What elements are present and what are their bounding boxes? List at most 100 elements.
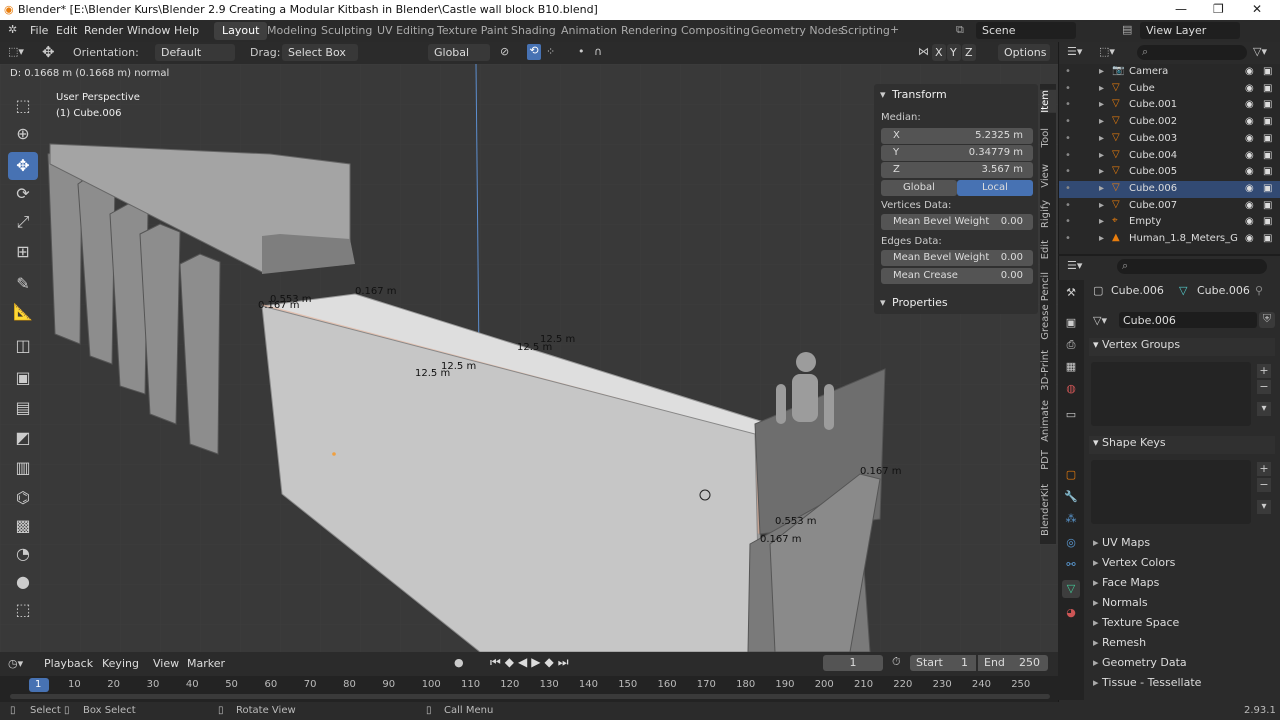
checkbox-dot-icon[interactable]: • <box>1065 150 1071 161</box>
render-camera-icon[interactable]: ▣ <box>1263 99 1272 110</box>
menu-edit[interactable]: Edit <box>56 24 77 37</box>
section-vertex-groups[interactable]: ▾ Vertex Groups <box>1089 338 1275 356</box>
checkbox-dot-icon[interactable]: • <box>1065 216 1071 227</box>
outliner-row[interactable]: • ▸ ▽ Cube.003 ◉ ▣ <box>1059 131 1280 148</box>
expand-arrow-icon[interactable]: ▸ <box>1099 133 1104 144</box>
expand-arrow-icon[interactable]: ▸ <box>1099 150 1104 161</box>
object-properties-icon[interactable]: ▢ <box>1062 466 1080 484</box>
render-camera-icon[interactable]: ▣ <box>1263 183 1272 194</box>
tab-3d-print[interactable]: 3D-Print <box>1040 350 1056 391</box>
render-camera-icon[interactable]: ▣ <box>1263 83 1272 94</box>
knife-tool-icon[interactable]: ⌬ <box>8 484 38 512</box>
section-shape-keys[interactable]: ▾ Shape Keys <box>1089 436 1275 454</box>
visibility-eye-icon[interactable]: ◉ <box>1245 66 1254 77</box>
checkbox-dot-icon[interactable]: • <box>1065 133 1071 144</box>
render-camera-icon[interactable]: ▣ <box>1263 66 1272 77</box>
tab-scripting[interactable]: Scripting <box>833 22 898 40</box>
median-y-field[interactable]: Y 0.34779 m <box>881 145 1033 161</box>
mean-crease-field[interactable]: Mean Crease 0.00 <box>881 268 1033 284</box>
extrude-tool-icon[interactable]: ▣ <box>8 364 38 392</box>
orientation-dropdown[interactable]: Default <box>155 44 235 61</box>
preview-range-icon[interactable]: ⏱ <box>892 655 901 669</box>
particles-properties-icon[interactable]: ⁂ <box>1062 510 1080 528</box>
playback-menu[interactable]: Playback <box>44 657 93 670</box>
visibility-eye-icon[interactable]: ◉ <box>1245 133 1254 144</box>
tool-settings-icon[interactable]: ⚒ <box>1062 284 1080 302</box>
expand-arrow-icon[interactable]: ▸ <box>1099 216 1104 227</box>
physics-properties-icon[interactable]: ◎ <box>1062 534 1080 552</box>
checkbox-dot-icon[interactable]: • <box>1065 116 1071 127</box>
visibility-eye-icon[interactable]: ◉ <box>1245 116 1254 127</box>
menu-render[interactable]: Render <box>84 24 123 37</box>
pivot-icon[interactable]: ⊘ <box>500 45 509 58</box>
snap-icon[interactable]: ⟲ <box>527 44 541 60</box>
global-toggle[interactable]: Global <box>881 180 957 196</box>
tab-rigify[interactable]: Rigify <box>1040 200 1056 228</box>
outliner-row[interactable]: • ▸ ▽ Cube ◉ ▣ <box>1059 81 1280 98</box>
mesh-data-properties-icon[interactable]: ▽ <box>1062 580 1080 598</box>
section-vertex-colors[interactable]: ▸ Vertex Colors <box>1089 556 1275 574</box>
measure-tool-icon[interactable]: 📐 <box>8 298 38 326</box>
mesh-data-icon[interactable]: ▽▾ <box>1093 314 1107 327</box>
collapse-properties-icon[interactable]: ▾ <box>880 296 886 309</box>
fake-user-icon[interactable]: ⛨ <box>1259 312 1275 328</box>
render-camera-icon[interactable]: ▣ <box>1263 166 1272 177</box>
view-menu[interactable]: View <box>153 657 179 670</box>
shear-tool-icon[interactable]: ⬚ <box>8 596 38 624</box>
timeline-editor-icon[interactable]: ◷▾ <box>8 657 23 670</box>
annotate-tool-icon[interactable]: ✎ <box>8 270 38 298</box>
checkbox-dot-icon[interactable]: • <box>1065 166 1071 177</box>
constraints-properties-icon[interactable]: ⚯ <box>1062 556 1080 574</box>
collapse-transform-icon[interactable]: ▾ <box>880 88 886 101</box>
render-camera-icon[interactable]: ▣ <box>1263 216 1272 227</box>
visibility-eye-icon[interactable]: ◉ <box>1245 166 1254 177</box>
timeline-scrollbar[interactable] <box>10 694 1050 699</box>
current-frame-field[interactable]: 1 <box>823 655 883 671</box>
render-properties-icon[interactable]: ▣ <box>1062 314 1080 332</box>
checkbox-dot-icon[interactable]: • <box>1065 66 1071 77</box>
material-properties-icon[interactable]: ◕ <box>1062 604 1080 622</box>
view-layer-properties-icon[interactable]: ▦ <box>1062 358 1080 376</box>
tab-view[interactable]: View <box>1040 164 1056 188</box>
tab-blenderkit[interactable]: BlenderKit <box>1040 484 1056 536</box>
outliner-row[interactable]: • ▸ ▽ Cube.006 ◉ ▣ <box>1059 180 1280 198</box>
vertex-group-menu-button[interactable]: ▾ <box>1257 402 1271 416</box>
playback-controls[interactable]: ⏮◆◀▶◆⏭ <box>490 655 573 670</box>
menu-window[interactable]: Window <box>127 24 170 37</box>
outliner-row[interactable]: • ▸ ▽ Cube.007 ◉ ▣ <box>1059 198 1280 215</box>
menu-file[interactable]: File <box>30 24 48 37</box>
edge-bevel-weight-field[interactable]: Mean Bevel Weight 0.00 <box>881 250 1033 266</box>
checkbox-dot-icon[interactable]: • <box>1065 200 1071 211</box>
modifier-properties-icon[interactable]: 🔧 <box>1062 488 1080 506</box>
smooth-tool-icon[interactable]: ● <box>8 568 38 596</box>
visibility-eye-icon[interactable]: ◉ <box>1245 200 1254 211</box>
filter-icon[interactable]: ▽▾ <box>1253 45 1267 58</box>
visibility-eye-icon[interactable]: ◉ <box>1245 233 1254 244</box>
outliner-editor-icon[interactable]: ☰▾ <box>1067 45 1082 58</box>
median-x-field[interactable]: X 5.2325 m <box>881 128 1033 144</box>
falloff-icon[interactable]: ∩ <box>594 45 602 58</box>
median-z-field[interactable]: Z 3.567 m <box>881 162 1033 178</box>
proportional-edit-icon[interactable]: • <box>578 45 585 58</box>
bevel-tool-icon[interactable]: ◩ <box>8 424 38 452</box>
snap-target-icon[interactable]: ⁘ <box>546 45 555 58</box>
transform-orientation-dropdown[interactable]: Global <box>428 44 490 61</box>
axis-x-toggle[interactable]: X <box>932 44 946 61</box>
expand-arrow-icon[interactable]: ▸ <box>1099 166 1104 177</box>
outliner-row[interactable]: • ▸ 📷 Camera ◉ ▣ <box>1059 64 1280 81</box>
checkbox-dot-icon[interactable]: • <box>1065 99 1071 110</box>
visibility-eye-icon[interactable]: ◉ <box>1245 83 1254 94</box>
tab-animate[interactable]: Animate <box>1040 400 1056 442</box>
outliner-row[interactable]: • ▸ ▽ Cube.001 ◉ ▣ <box>1059 97 1280 114</box>
axis-z-toggle[interactable]: Z <box>962 44 976 61</box>
mirror-icon[interactable]: ⋈ <box>918 45 929 58</box>
render-camera-icon[interactable]: ▣ <box>1263 233 1272 244</box>
minimize-button[interactable]: — <box>1175 2 1187 16</box>
remove-vertex-group-button[interactable]: − <box>1257 380 1271 394</box>
outliner-row[interactable]: • ▸ ▽ Cube.004 ◉ ▣ <box>1059 148 1280 165</box>
rotate-tool-icon[interactable]: ⟳ <box>8 180 38 208</box>
section-face-maps[interactable]: ▸ Face Maps <box>1089 576 1275 594</box>
outliner-row[interactable]: • ▸ ⌖ Empty ◉ ▣ <box>1059 214 1280 231</box>
outliner-row[interactable]: • ▸ ▽ Cube.002 ◉ ▣ <box>1059 114 1280 131</box>
menu-help[interactable]: Help <box>174 24 199 37</box>
